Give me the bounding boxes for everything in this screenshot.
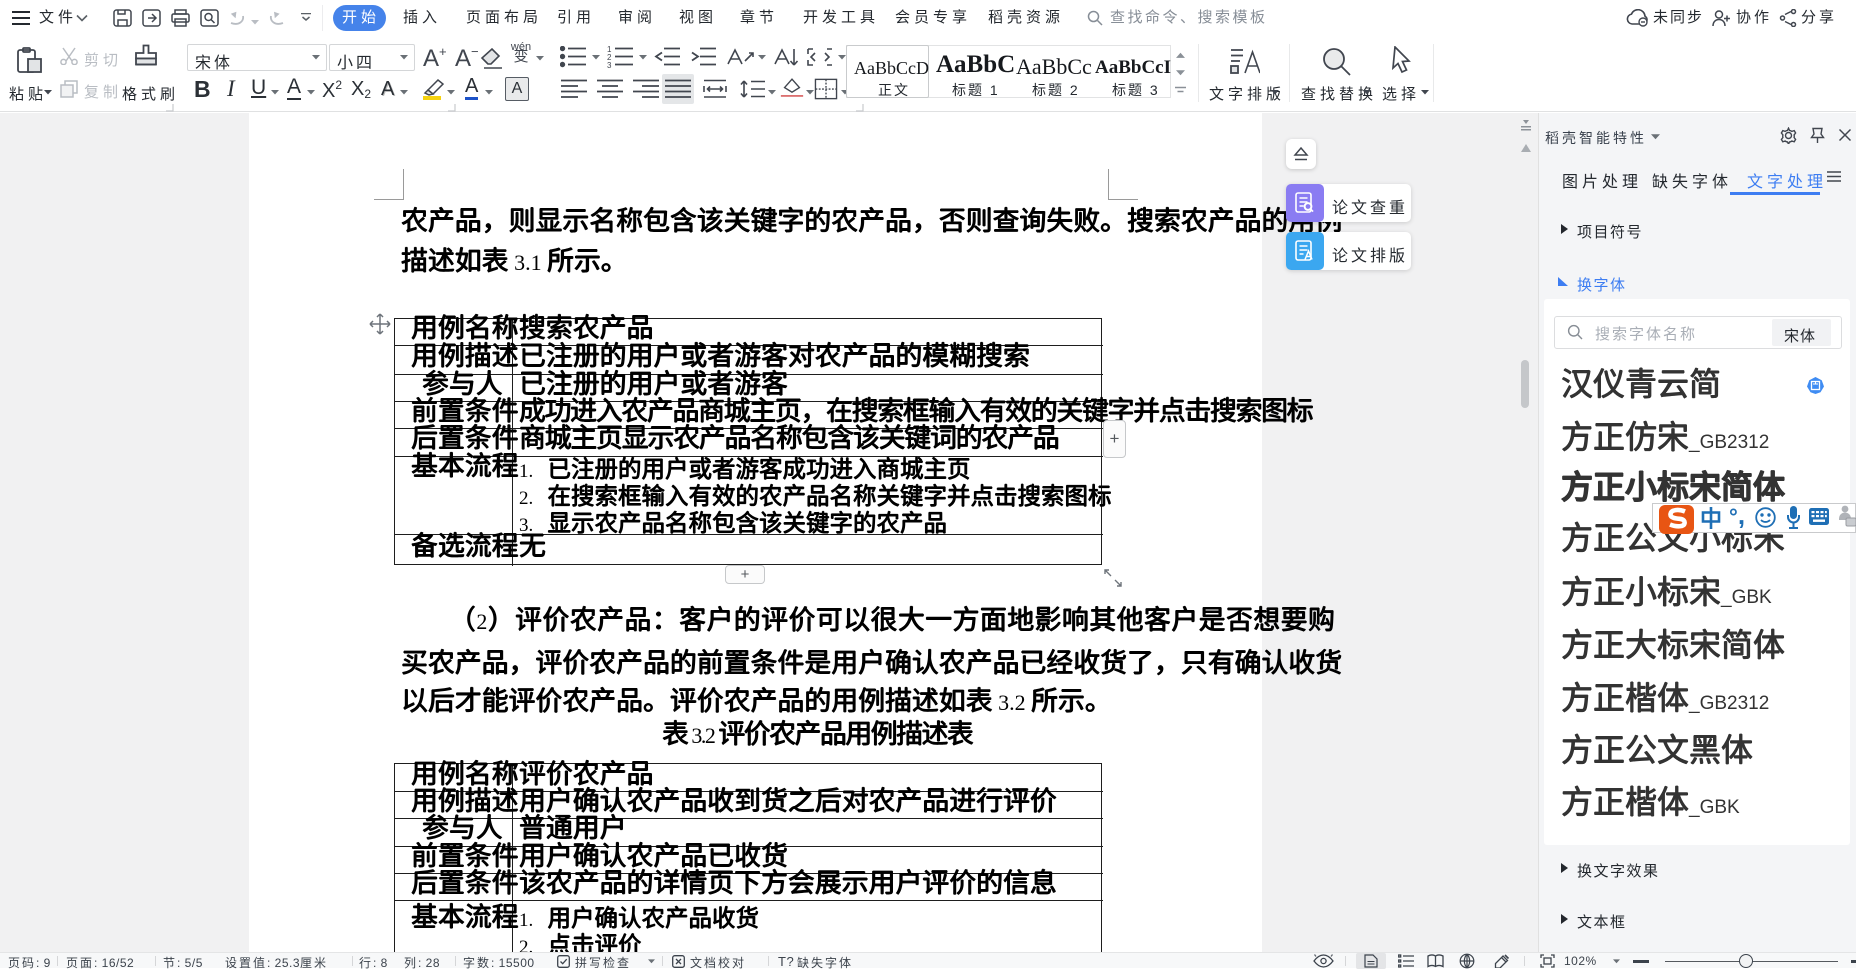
svg-text:3: 3: [607, 61, 612, 68]
